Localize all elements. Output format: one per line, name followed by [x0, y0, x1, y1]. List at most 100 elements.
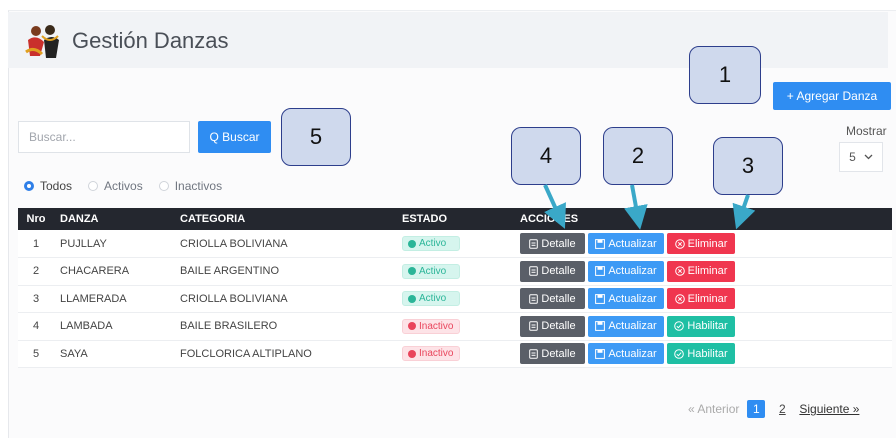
document-icon	[529, 293, 539, 304]
page-size-select[interactable]: 5	[839, 142, 883, 172]
x-circle-icon	[674, 293, 685, 304]
filter-activos[interactable]: Activos	[88, 179, 143, 193]
document-icon	[529, 348, 539, 359]
column-header: CATEGORIA	[180, 213, 246, 225]
mostrar-label: Mostrar	[846, 124, 887, 138]
row-categoria: FOLCLORICA ALTIPLANO	[180, 347, 312, 360]
column-header: ESTADO	[402, 213, 448, 225]
filter-inactivos[interactable]: Inactivos	[158, 179, 222, 193]
check-circle-icon	[408, 239, 416, 248]
habilitar-button[interactable]: Habilitar	[667, 315, 735, 337]
dancers-logo-icon	[25, 25, 59, 58]
row-actions: Detalle Actualizar Eliminar	[520, 233, 886, 254]
document-icon	[529, 321, 539, 332]
row-actions: Detalle Actualizar Eliminar	[520, 288, 886, 310]
check-circle-icon	[674, 321, 685, 332]
status-badge-label: Activo	[419, 265, 447, 277]
danzas-table: Nro DANZA CATEGORIA ESTADO ACCIONES 1 PU…	[18, 208, 892, 368]
search-input[interactable]	[18, 121, 190, 153]
document-icon	[529, 238, 539, 249]
save-icon	[595, 266, 606, 277]
search-button[interactable]: Q Buscar	[198, 121, 271, 153]
column-header: Nro	[26, 213, 46, 225]
page-1-button[interactable]: 1	[747, 400, 766, 418]
habilitar-button[interactable]: Habilitar	[667, 343, 735, 365]
actualizar-button[interactable]: Actualizar	[588, 288, 664, 310]
table-row: 3 LLAMERADA CRIOLLA BOLIVIANA Activo Det…	[18, 285, 892, 313]
actualizar-button[interactable]: Actualizar	[588, 260, 664, 282]
radio-icon	[158, 181, 169, 191]
detalle-button[interactable]: Detalle	[520, 315, 585, 337]
pagination-prev[interactable]: « Anterior	[688, 402, 739, 416]
status-badge: Inactivo	[402, 346, 460, 362]
status-filters: Todos Activos Inactivos	[24, 179, 222, 193]
callout-1: 1	[689, 46, 761, 104]
save-icon	[595, 321, 606, 332]
x-circle-icon	[674, 238, 685, 249]
callout-5: 5	[281, 108, 351, 166]
row-nro: 4	[32, 320, 40, 333]
detalle-button[interactable]: Detalle	[520, 343, 585, 365]
detalle-button[interactable]: Detalle	[520, 260, 585, 282]
row-danza: LAMBADA	[60, 320, 113, 333]
row-actions: Detalle Actualizar Habilitar	[520, 315, 886, 337]
chevron-down-icon	[864, 154, 873, 160]
detalle-button[interactable]: Detalle	[520, 233, 585, 254]
row-actions-cell: Detalle Actualizar Eliminar	[514, 258, 892, 286]
row-nro: 5	[32, 347, 40, 360]
page-title: Gestión Danzas	[72, 28, 229, 53]
radio-icon	[88, 181, 99, 191]
detalle-button[interactable]: Detalle	[520, 288, 585, 310]
actualizar-button[interactable]: Actualizar	[588, 343, 664, 365]
table-row: 5 SAYA FOLCLORICA ALTIPLANO Inactivo Det…	[18, 340, 892, 368]
row-estado-cell: Inactivo	[396, 340, 514, 368]
x-circle-icon	[408, 349, 416, 358]
row-actions: Detalle Actualizar Eliminar	[520, 260, 886, 282]
actualizar-button[interactable]: Actualizar	[588, 233, 664, 254]
callout-2: 2	[603, 127, 673, 185]
eliminar-button[interactable]: Eliminar	[667, 260, 735, 282]
status-badge-label: Inactivo	[419, 320, 454, 332]
x-circle-icon	[408, 322, 416, 331]
table-row: 2 CHACARERA BAILE ARGENTINO Activo Detal…	[18, 257, 892, 286]
status-badge: Activo	[402, 263, 460, 279]
row-actions-cell: Detalle Actualizar Habilitar	[514, 313, 892, 341]
row-nro: 1	[32, 237, 40, 250]
row-categoria: CRIOLLA BOLIVIANA	[180, 292, 288, 305]
row-actions-cell: Detalle Actualizar Eliminar	[514, 285, 892, 313]
column-header: DANZA	[60, 213, 99, 225]
row-danza: PUJLLAY	[60, 237, 107, 250]
row-estado-cell: Inactivo	[396, 313, 514, 341]
pagination-next[interactable]: Siguiente »	[799, 402, 859, 416]
add-danza-button[interactable]: + Agregar Danza	[773, 82, 891, 110]
row-estado-cell: Activo	[396, 285, 514, 313]
actualizar-button[interactable]: Actualizar	[588, 315, 664, 337]
row-categoria: CRIOLLA BOLIVIANA	[180, 237, 288, 250]
filter-todos[interactable]: Todos	[24, 179, 72, 193]
check-circle-icon	[408, 294, 416, 303]
row-actions-cell: Detalle Actualizar Eliminar	[514, 230, 892, 258]
status-badge: Activo	[402, 236, 460, 251]
pagination: « Anterior 1 2 Siguiente »	[688, 400, 859, 418]
row-actions-cell: Detalle Actualizar Habilitar	[514, 340, 892, 368]
row-nro: 3	[32, 292, 40, 305]
status-badge-label: Activo	[419, 238, 447, 249]
document-icon	[529, 266, 539, 277]
eliminar-button[interactable]: Eliminar	[667, 288, 735, 310]
x-circle-icon	[674, 266, 685, 277]
status-badge: Inactivo	[402, 318, 460, 334]
row-categoria: BAILE ARGENTINO	[180, 265, 280, 278]
row-nro: 2	[32, 265, 40, 278]
row-estado-cell: Activo	[396, 230, 514, 258]
page-2-button[interactable]: 2	[773, 400, 791, 418]
status-badge-label: Inactivo	[419, 348, 454, 360]
row-danza: CHACARERA	[60, 265, 130, 278]
row-danza: LLAMERADA	[60, 292, 127, 305]
status-badge-label: Activo	[419, 293, 447, 305]
search-button-label: Q Buscar	[209, 130, 260, 144]
eliminar-button[interactable]: Eliminar	[667, 233, 735, 254]
check-circle-icon	[408, 267, 416, 276]
page-size-value: 5	[849, 150, 856, 164]
save-icon	[595, 293, 606, 304]
callout-arrows-icon	[543, 184, 756, 230]
